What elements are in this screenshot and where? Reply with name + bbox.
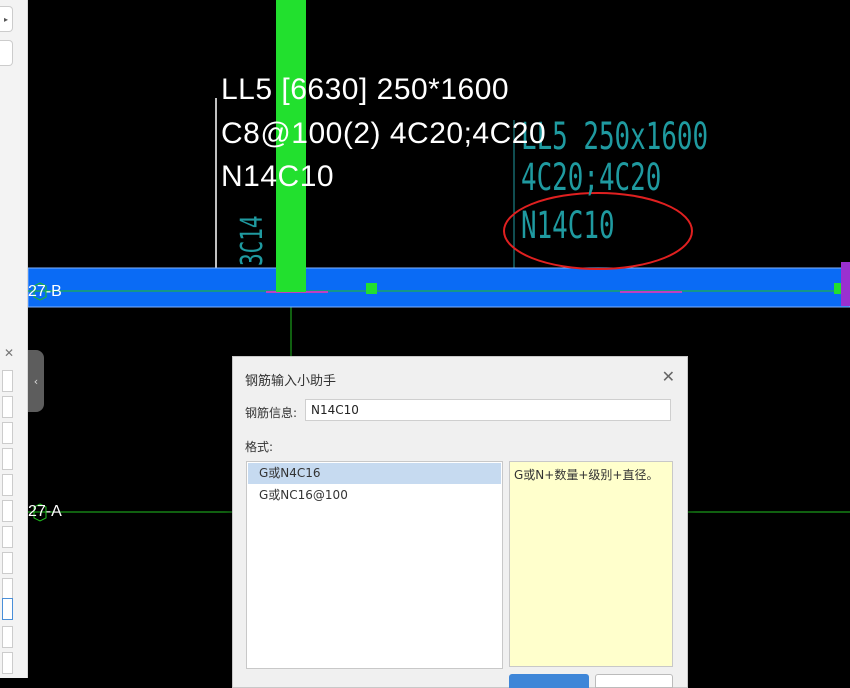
format-item-selected[interactable]: G或N4C16 (248, 463, 501, 484)
expand-arrow-icon[interactable]: ▸ (0, 6, 13, 32)
format-item[interactable]: G或NC16@100 (248, 485, 501, 506)
panel-close-icon[interactable]: ✕ (4, 346, 14, 360)
cancel-button[interactable] (595, 674, 673, 688)
selection-end-marker (841, 262, 850, 306)
panel-cell[interactable] (2, 552, 13, 574)
panel-cell[interactable] (2, 626, 13, 648)
format-description: G或N+数量+级别+直径。 (509, 461, 673, 667)
cad-column-rebar: 3C14 (235, 215, 270, 266)
cad-beam-rebar: 4C20;4C20 (521, 156, 662, 199)
close-icon[interactable]: ✕ (662, 367, 675, 386)
chevron-left-icon: ‹ (33, 374, 39, 388)
ok-button[interactable] (509, 674, 589, 688)
cad-side-rebar: N14C10 (521, 204, 615, 247)
beam-ll5 (28, 267, 850, 308)
rebar-input-assistant-dialog: 钢筋输入小助手 ✕ 钢筋信息: 格式: G或N4C16 G或NC16@100 G… (232, 356, 688, 688)
collapse-panel-button[interactable]: ‹ (28, 350, 44, 412)
rebar-info-label: 钢筋信息: (245, 406, 298, 420)
axis-label-27-b: 27-B (28, 283, 62, 300)
grip-point (366, 283, 377, 294)
dialog-title: 钢筋输入小助手 (245, 374, 337, 389)
panel-cell[interactable] (2, 526, 13, 548)
format-label: 格式: (245, 440, 274, 454)
beam-annotation-line2[interactable]: C8@100(2) 4C20;4C20 (221, 119, 546, 149)
panel-cell[interactable] (2, 474, 13, 496)
left-side-panel: ▸ (0, 0, 28, 678)
cad-beam-name: LL5 250x1600 (521, 115, 709, 158)
panel-cell[interactable] (2, 422, 13, 444)
panel-toggle-button[interactable] (0, 40, 13, 66)
panel-cell[interactable] (2, 652, 13, 674)
panel-cell[interactable] (2, 500, 13, 522)
panel-cell[interactable] (2, 448, 13, 470)
panel-cell[interactable] (2, 578, 13, 600)
panel-cell[interactable] (2, 396, 13, 418)
axis-label-27-a: 27-A (28, 503, 62, 520)
format-list[interactable]: G或N4C16 G或NC16@100 (246, 461, 503, 669)
beam-annotation-line1[interactable]: LL5 [6630] 250*1600 (221, 75, 509, 105)
panel-cell[interactable] (2, 370, 13, 392)
panel-cell-active[interactable] (2, 598, 13, 620)
beam-annotation-line3[interactable]: N14C10 (221, 162, 334, 192)
rebar-info-input[interactable] (305, 399, 671, 421)
